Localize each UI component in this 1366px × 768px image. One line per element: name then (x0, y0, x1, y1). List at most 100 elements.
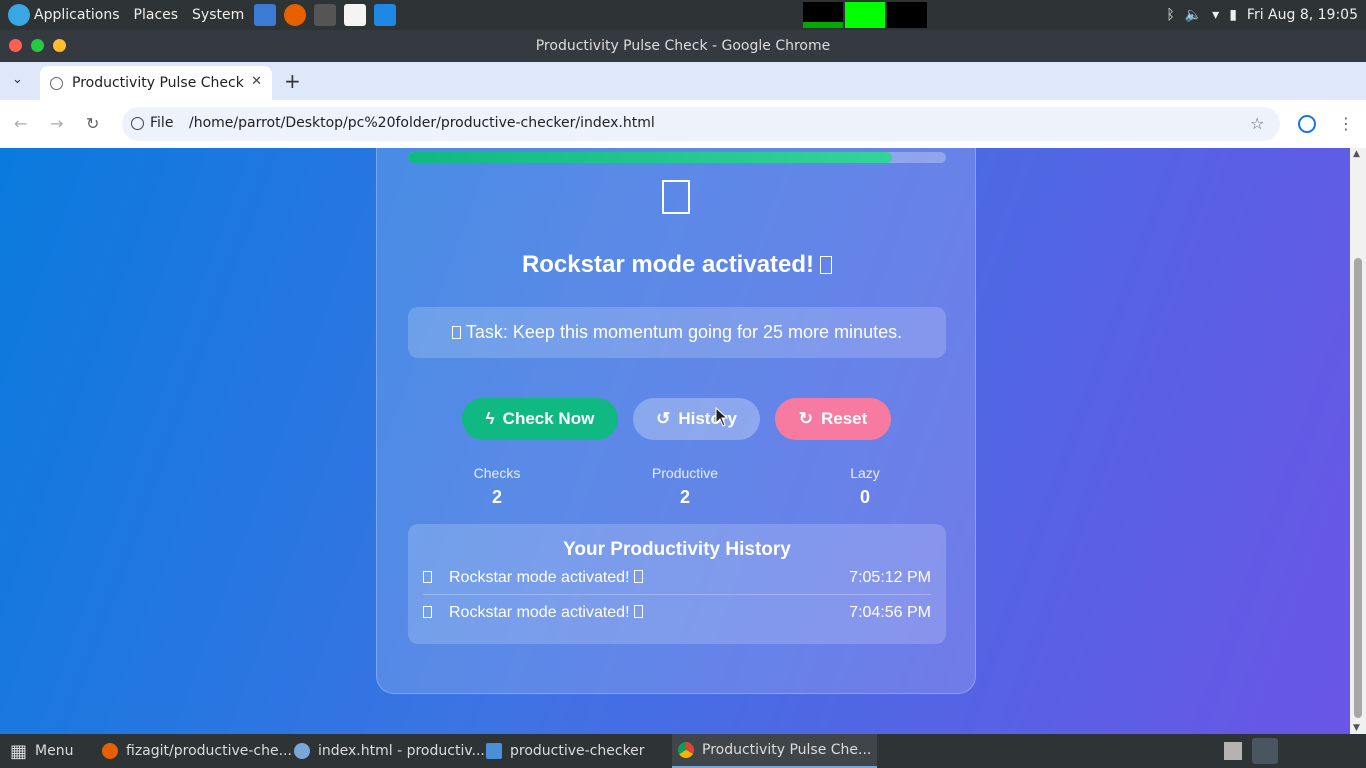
browser-toolbar: ← → ↻ File /home/parrot/Desktop/pc%20fol… (0, 100, 1366, 148)
taskbar-item-firefox[interactable]: fizagit/productive-che... (102, 734, 292, 768)
task-label: Productivity Pulse Che... (702, 742, 872, 758)
chrome-menu-icon[interactable]: ⋮ (1338, 114, 1354, 133)
stat-value: 2 (491, 487, 502, 507)
task-label: productive-checker (510, 743, 645, 759)
history-time: 7:04:56 PM (849, 604, 931, 621)
tab-strip: ⌄ Productivity Pulse Check ✕ + (0, 62, 1366, 100)
history-time: 7:05:12 PM (849, 569, 931, 586)
stat-checks: Checks 2 (437, 465, 557, 508)
stat-productive: Productive 2 (625, 465, 745, 508)
applications-menu[interactable]: Applications (34, 7, 120, 23)
stat-label: Lazy (850, 465, 880, 481)
page-viewport: Rockstar mode activated! Task: Keep this… (0, 148, 1350, 734)
mood-title: Rockstar mode activated! (377, 251, 977, 279)
taskbar-item-vscode[interactable]: index.html - productiv... (294, 734, 485, 768)
scrollbar-thumb[interactable] (1354, 258, 1362, 718)
places-menu[interactable]: Places (134, 7, 179, 23)
vscode-launcher-icon[interactable] (374, 4, 397, 26)
history-row: Rockstar mode activated! 7:05:12 PM (423, 561, 931, 595)
tab-search-icon[interactable]: ⌄ (12, 72, 23, 87)
history-emoji-icon (423, 606, 432, 618)
task-box: Task: Keep this momentum going for 25 mo… (408, 307, 946, 358)
task-emoji-icon (451, 326, 461, 339)
reset-button[interactable]: ↻ Reset (775, 398, 891, 440)
memory-graph-icon (845, 2, 885, 28)
battery-icon[interactable]: ▮ (1229, 7, 1237, 23)
filezilla-tray-icon[interactable] (1224, 742, 1242, 760)
history-panel: Your Productivity History Rockstar mode … (408, 524, 946, 644)
grid-menu-icon: ▦ (10, 740, 28, 762)
mouse-cursor-icon (715, 407, 729, 427)
stat-lazy: Lazy 0 (805, 465, 925, 508)
terminal-launcher-icon[interactable] (314, 4, 337, 26)
check-now-button[interactable]: ϟ Check Now (462, 398, 618, 440)
profile-icon[interactable] (1298, 115, 1316, 133)
new-tab-icon[interactable]: + (284, 69, 301, 93)
bluetooth-icon[interactable]: ᛒ (1166, 7, 1174, 23)
task-text: Task: Keep this momentum going for 25 mo… (465, 322, 903, 342)
taskbar-item-chrome[interactable]: Productivity Pulse Che... (672, 734, 878, 768)
rocket-emoji-icon (633, 570, 643, 583)
progress-bar (408, 152, 946, 163)
stat-value: 0 (859, 487, 870, 507)
network-graph-icon (887, 2, 927, 28)
scroll-down-icon[interactable]: ▼ (1353, 723, 1360, 733)
chrome-icon (678, 742, 694, 758)
vscode-icon (294, 743, 310, 759)
scheme-label: File (150, 115, 174, 131)
reset-label: Reset (820, 409, 868, 428)
window-title: Productivity Pulse Check - Google Chrome (535, 38, 831, 54)
wifi-icon[interactable]: ▾ (1212, 7, 1219, 23)
reset-icon: ↻ (798, 409, 813, 428)
stat-value: 2 (679, 487, 690, 507)
page-scrollbar[interactable]: ▲ ▼ (1350, 148, 1366, 734)
mood-emoji-icon (662, 180, 690, 214)
lightning-icon: ϟ (485, 409, 495, 428)
menu-button[interactable]: ▦ Menu (10, 734, 73, 768)
system-tray: ᛒ 🔈 ▾ ▮ Fri Aug 8, 19:05 (1166, 0, 1366, 30)
rocket-emoji-icon (820, 256, 833, 274)
chrome-tray-icon[interactable] (1252, 738, 1278, 764)
parrot-logo-icon[interactable] (8, 4, 30, 26)
info-icon[interactable] (131, 117, 144, 130)
address-bar[interactable]: File /home/parrot/Desktop/pc%20folder/pr… (122, 107, 1280, 141)
home-folder-launcher-icon[interactable] (254, 4, 277, 26)
volume-icon[interactable]: 🔈 (1185, 7, 1202, 23)
history-emoji-icon (423, 571, 432, 583)
os-taskbar: ▦ Menu fizagit/productive-che... index.h… (0, 734, 1366, 768)
history-clock-icon: ↺ (656, 409, 671, 428)
reload-icon[interactable]: ↻ (86, 114, 99, 133)
folder-icon (486, 743, 502, 759)
os-top-panel: Applications Places System ᛒ 🔈 ▾ ▮ Fri A… (0, 0, 1366, 30)
task-label: fizagit/productive-che... (126, 743, 292, 759)
stat-label: Checks (473, 465, 521, 481)
tab-title: Productivity Pulse Check (72, 75, 244, 91)
window-titlebar: Productivity Pulse Check - Google Chrome (0, 30, 1366, 62)
close-tab-icon[interactable]: ✕ (251, 74, 262, 89)
history-message: Rockstar mode activated! (449, 604, 630, 621)
check-now-label: Check Now (502, 409, 595, 428)
mood-message: Rockstar mode activated! (521, 251, 815, 278)
globe-icon (50, 77, 63, 90)
stat-label: Productive (651, 465, 719, 481)
progress-fill (408, 152, 893, 163)
history-button[interactable]: ↺ History (633, 398, 760, 440)
history-row: Rockstar mode activated! 7:04:56 PM (423, 596, 931, 630)
history-message: Rockstar mode activated! (449, 569, 630, 586)
history-title: Your Productivity History (563, 539, 791, 560)
back-icon[interactable]: ← (14, 114, 27, 133)
url-text[interactable]: /home/parrot/Desktop/pc%20folder/product… (189, 115, 655, 131)
firefox-icon (102, 743, 118, 759)
rocket-emoji-icon (633, 605, 643, 618)
firefox-launcher-icon[interactable] (284, 4, 307, 26)
forward-icon[interactable]: → (50, 114, 63, 133)
bookmark-star-icon[interactable]: ☆ (1250, 114, 1264, 133)
clock[interactable]: Fri Aug 8, 19:05 (1247, 7, 1358, 23)
tab-productivity-pulse-check[interactable]: Productivity Pulse Check ✕ (40, 66, 272, 100)
text-editor-launcher-icon[interactable] (344, 4, 367, 26)
menu-label: Menu (35, 743, 74, 759)
system-menu[interactable]: System (192, 7, 244, 23)
taskbar-item-files[interactable]: productive-checker (486, 734, 645, 768)
scroll-up-icon[interactable]: ▲ (1353, 149, 1360, 159)
task-label: index.html - productiv... (318, 743, 485, 759)
